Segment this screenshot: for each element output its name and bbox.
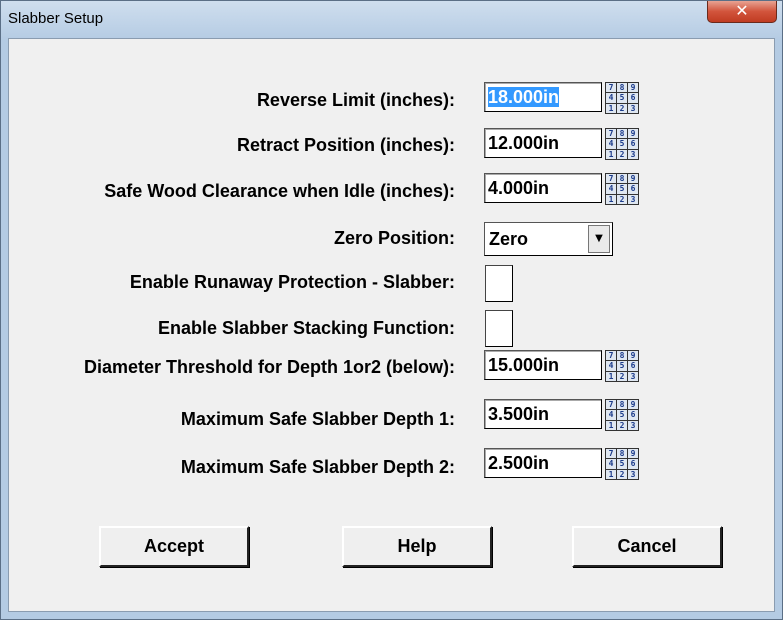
zero-position-select[interactable]: Zero ▼ bbox=[484, 222, 613, 256]
keypad-digit: 9 bbox=[628, 174, 638, 184]
max-depth-2-keypad-icon[interactable]: 789 456 123 bbox=[605, 448, 639, 480]
keypad-digit: 4 bbox=[606, 139, 616, 149]
safe-wood-clearance-label: Safe Wood Clearance when Idle (inches): bbox=[104, 181, 455, 201]
runaway-protection-label: Enable Runaway Protection - Slabber: bbox=[129, 272, 455, 292]
keypad-digit: 8 bbox=[617, 400, 627, 410]
chevron-down-icon[interactable]: ▼ bbox=[588, 225, 610, 253]
keypad-digit: 2 bbox=[617, 371, 627, 381]
diameter-threshold-keypad-icon[interactable]: 789 456 123 bbox=[605, 350, 639, 382]
keypad-digit: 6 bbox=[628, 361, 638, 371]
keypad-digit: 2 bbox=[617, 194, 627, 204]
keypad-digit: 6 bbox=[628, 139, 638, 149]
keypad-digit: 7 bbox=[606, 400, 616, 410]
keypad-digit: 9 bbox=[628, 400, 638, 410]
keypad-digit: 4 bbox=[606, 459, 616, 469]
keypad-digit: 8 bbox=[617, 351, 627, 361]
keypad-digit: 6 bbox=[628, 93, 638, 103]
keypad-digit: 1 bbox=[606, 420, 616, 430]
keypad-digit: 7 bbox=[606, 129, 616, 139]
keypad-digit: 9 bbox=[628, 351, 638, 361]
keypad-digit: 2 bbox=[617, 420, 627, 430]
runaway-protection-checkbox[interactable] bbox=[485, 265, 513, 302]
max-depth-2-label: Maximum Safe Slabber Depth 2: bbox=[180, 457, 455, 477]
keypad-digit: 3 bbox=[628, 194, 638, 204]
keypad-digit: 7 bbox=[606, 351, 616, 361]
keypad-digit: 5 bbox=[617, 361, 627, 371]
retract-position-label: Retract Position (inches): bbox=[236, 135, 455, 155]
keypad-digit: 4 bbox=[606, 93, 616, 103]
keypad-digit: 7 bbox=[606, 174, 616, 184]
max-depth-1-label: Maximum Safe Slabber Depth 1: bbox=[180, 409, 455, 429]
reverse-limit-keypad-icon[interactable]: 789 456 123 bbox=[605, 82, 639, 114]
keypad-digit: 8 bbox=[617, 83, 627, 93]
keypad-digit: 7 bbox=[606, 449, 616, 459]
max-depth-1-input[interactable]: 3.500in bbox=[484, 399, 602, 429]
keypad-digit: 6 bbox=[628, 459, 638, 469]
close-icon: ✕ bbox=[735, 1, 749, 20]
keypad-digit: 3 bbox=[628, 469, 638, 479]
cancel-button[interactable]: Cancel bbox=[572, 526, 722, 567]
help-button[interactable]: Help bbox=[342, 526, 492, 567]
keypad-digit: 6 bbox=[628, 184, 638, 194]
keypad-digit: 2 bbox=[617, 149, 627, 159]
keypad-digit: 1 bbox=[606, 371, 616, 381]
keypad-digit: 1 bbox=[606, 149, 616, 159]
keypad-digit: 3 bbox=[628, 420, 638, 430]
reverse-limit-label: Reverse Limit (inches): bbox=[256, 90, 455, 110]
keypad-digit: 6 bbox=[628, 410, 638, 420]
keypad-digit: 3 bbox=[628, 371, 638, 381]
keypad-digit: 9 bbox=[628, 83, 638, 93]
zero-position-value: Zero bbox=[489, 229, 529, 249]
title-bar[interactable]: Slabber Setup ✕ bbox=[1, 1, 782, 37]
close-button[interactable]: ✕ bbox=[707, 1, 777, 23]
retract-position-keypad-icon[interactable]: 789 456 123 bbox=[605, 128, 639, 160]
keypad-digit: 7 bbox=[606, 83, 616, 93]
retract-position-input[interactable]: 12.000in bbox=[484, 128, 602, 158]
keypad-digit: 5 bbox=[617, 459, 627, 469]
diameter-threshold-label: Diameter Threshold for Depth 1or2 (below… bbox=[83, 357, 455, 377]
accept-button[interactable]: Accept bbox=[99, 526, 249, 567]
diameter-threshold-input[interactable]: 15.000in bbox=[484, 350, 602, 380]
keypad-digit: 8 bbox=[617, 129, 627, 139]
keypad-digit: 5 bbox=[617, 184, 627, 194]
window-title: Slabber Setup bbox=[8, 10, 104, 27]
keypad-digit: 9 bbox=[628, 449, 638, 459]
max-depth-1-keypad-icon[interactable]: 789 456 123 bbox=[605, 399, 639, 431]
dialog-body: Reverse Limit (inches): 18.000in 7894561… bbox=[8, 38, 775, 612]
keypad-digit: 2 bbox=[617, 469, 627, 479]
keypad-digit: 1 bbox=[606, 469, 616, 479]
keypad-digit: 3 bbox=[628, 103, 638, 113]
keypad-digit: 5 bbox=[617, 139, 627, 149]
zero-position-label: Zero Position: bbox=[334, 228, 455, 248]
safe-wood-clearance-keypad-icon[interactable]: 789 456 123 bbox=[605, 173, 639, 205]
reverse-limit-input[interactable]: 18.000in bbox=[484, 82, 602, 112]
keypad-digit: 8 bbox=[617, 174, 627, 184]
keypad-digit: 8 bbox=[617, 449, 627, 459]
safe-wood-clearance-input[interactable]: 4.000in bbox=[484, 173, 602, 203]
max-depth-2-input[interactable]: 2.500in bbox=[484, 448, 602, 478]
keypad-digit: 1 bbox=[606, 194, 616, 204]
keypad-digit: 9 bbox=[628, 129, 638, 139]
keypad-digit: 5 bbox=[617, 410, 627, 420]
keypad-digit: 1 bbox=[606, 103, 616, 113]
keypad-digit: 5 bbox=[617, 93, 627, 103]
stacking-function-label: Enable Slabber Stacking Function: bbox=[157, 318, 455, 338]
keypad-digit: 4 bbox=[606, 361, 616, 371]
reverse-limit-value: 18.000in bbox=[488, 87, 560, 107]
keypad-digit: 4 bbox=[606, 184, 616, 194]
keypad-digit: 4 bbox=[606, 410, 616, 420]
stacking-function-checkbox[interactable] bbox=[485, 310, 513, 347]
keypad-digit: 3 bbox=[628, 149, 638, 159]
keypad-digit: 2 bbox=[617, 103, 627, 113]
dialog-window: Slabber Setup ✕ Reverse Limit (inches): … bbox=[0, 0, 783, 620]
